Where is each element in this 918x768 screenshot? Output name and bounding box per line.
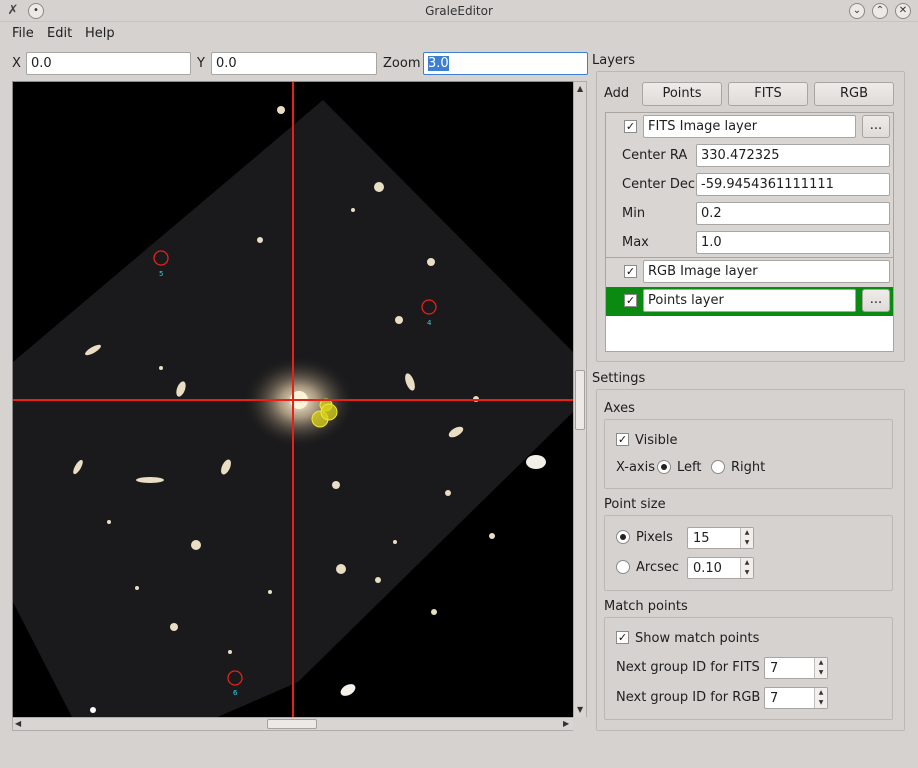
vertical-scroll-thumb[interactable] — [575, 370, 585, 430]
center-dec-label: Center Dec — [622, 177, 696, 192]
add-rgb-button[interactable]: RGB — [814, 82, 894, 106]
horizontal-scrollbar[interactable]: ◀ ▶ — [12, 717, 574, 731]
layers-title: Layers — [592, 53, 636, 68]
max-label: Max — [622, 235, 649, 250]
maximize-icon[interactable]: ⌃ — [872, 3, 888, 19]
add-points-button[interactable]: Points — [642, 82, 722, 106]
axes-visible-checkbox[interactable]: ✓ — [616, 433, 629, 446]
xaxis-right-radio[interactable] — [711, 460, 725, 474]
spin-arrows-icon[interactable]: ▲ ▼ — [740, 558, 753, 578]
point-size-title: Point size — [604, 497, 666, 512]
zoom-input[interactable]: 3.0 — [423, 52, 588, 75]
vertical-scrollbar[interactable]: ▲ ▼ — [573, 81, 587, 718]
show-match-points-checkbox[interactable]: ✓ — [616, 631, 629, 644]
scroll-right-icon[interactable]: ▶ — [563, 719, 569, 728]
close-icon[interactable]: ✕ — [895, 3, 911, 19]
points-layer-name[interactable]: Points layer — [643, 289, 856, 312]
x-input[interactable]: 0.0 — [26, 52, 191, 75]
y-input[interactable]: 0.0 — [211, 52, 377, 75]
spin-arrows-icon[interactable]: ▲ ▼ — [814, 688, 827, 708]
center-ra-label: Center RA — [622, 148, 688, 163]
rgb-group-id-value: 7 — [770, 691, 779, 706]
scroll-up-icon[interactable]: ▲ — [577, 84, 583, 93]
min-label: Min — [622, 206, 646, 221]
zoom-label: Zoom — [383, 56, 421, 71]
scroll-corner — [573, 717, 587, 731]
points-layer-checkbox[interactable]: ✓ — [624, 294, 637, 307]
x-label: X — [12, 56, 21, 71]
scroll-left-icon[interactable]: ◀ — [15, 719, 21, 728]
arcsec-radio[interactable] — [616, 560, 630, 574]
sky-image: 5 4 6 — [13, 82, 573, 717]
spin-arrows-icon[interactable]: ▲ ▼ — [814, 658, 827, 678]
marker-label: 6 — [233, 689, 238, 697]
scroll-down-icon[interactable]: ▼ — [577, 705, 583, 714]
axes-group — [604, 419, 893, 489]
image-viewer[interactable]: 5 4 6 — [12, 81, 574, 718]
horizontal-scroll-thumb[interactable] — [267, 719, 317, 729]
points-layer-more-button[interactable]: ... — [862, 289, 890, 312]
add-label: Add — [604, 86, 630, 101]
settings-title: Settings — [592, 371, 646, 386]
marker-label: 5 — [159, 270, 163, 278]
pixels-radio[interactable] — [616, 530, 630, 544]
arcsec-spinbox[interactable]: 0.10 ▲ ▼ — [687, 557, 754, 579]
rgb-layer-name[interactable]: RGB Image layer — [643, 260, 890, 283]
menu-help[interactable]: Help — [85, 26, 115, 41]
fits-layer-more-button[interactable]: ... — [862, 115, 890, 138]
pixels-spinbox[interactable]: 15 ▲ ▼ — [687, 527, 754, 549]
xaxis-left-radio[interactable] — [657, 460, 671, 474]
show-match-points-label: Show match points — [635, 631, 760, 646]
center-dec-input[interactable]: -59.9454361111111 — [696, 173, 890, 196]
menu-file[interactable]: File — [12, 26, 34, 41]
rgb-group-id-label: Next group ID for RGB — [616, 690, 761, 705]
arcsec-value: 0.10 — [693, 561, 722, 576]
center-ra-input[interactable]: 330.472325 — [696, 144, 890, 167]
rgb-layer-checkbox[interactable]: ✓ — [624, 265, 637, 278]
axes-visible-label: Visible — [635, 433, 678, 448]
xaxis-left-label: Left — [677, 460, 702, 475]
fits-group-id-label: Next group ID for FITS — [616, 660, 760, 675]
fits-group-id-spinbox[interactable]: 7 ▲ ▼ — [764, 657, 828, 679]
window-title: GraleEditor — [425, 4, 493, 18]
match-points-title: Match points — [604, 599, 688, 614]
menubar: File Edit Help — [0, 22, 918, 44]
fits-layer-name[interactable]: FITS Image layer — [643, 115, 856, 138]
spin-arrows-icon[interactable]: ▲ ▼ — [740, 528, 753, 548]
title-bar: ✗ • GraleEditor ⌄ ⌃ ✕ — [0, 0, 918, 22]
fits-layer-checkbox[interactable]: ✓ — [624, 120, 637, 133]
zoom-value: 3.0 — [428, 56, 449, 71]
y-label: Y — [197, 56, 205, 71]
pixels-label: Pixels — [636, 530, 673, 545]
marker-label: 4 — [427, 319, 432, 327]
arcsec-label: Arcsec — [636, 560, 680, 575]
rgb-group-id-spinbox[interactable]: 7 ▲ ▼ — [764, 687, 828, 709]
min-input[interactable]: 0.2 — [696, 202, 890, 225]
minimize-icon[interactable]: ⌄ — [849, 3, 865, 19]
xaxis-right-label: Right — [731, 460, 766, 475]
axes-title: Axes — [604, 401, 635, 416]
add-fits-button[interactable]: FITS — [728, 82, 808, 106]
max-input[interactable]: 1.0 — [696, 231, 890, 254]
xaxis-label: X-axis — [616, 460, 655, 475]
pixels-value: 15 — [693, 531, 710, 546]
menu-edit[interactable]: Edit — [47, 26, 72, 41]
fits-group-id-value: 7 — [770, 661, 779, 676]
